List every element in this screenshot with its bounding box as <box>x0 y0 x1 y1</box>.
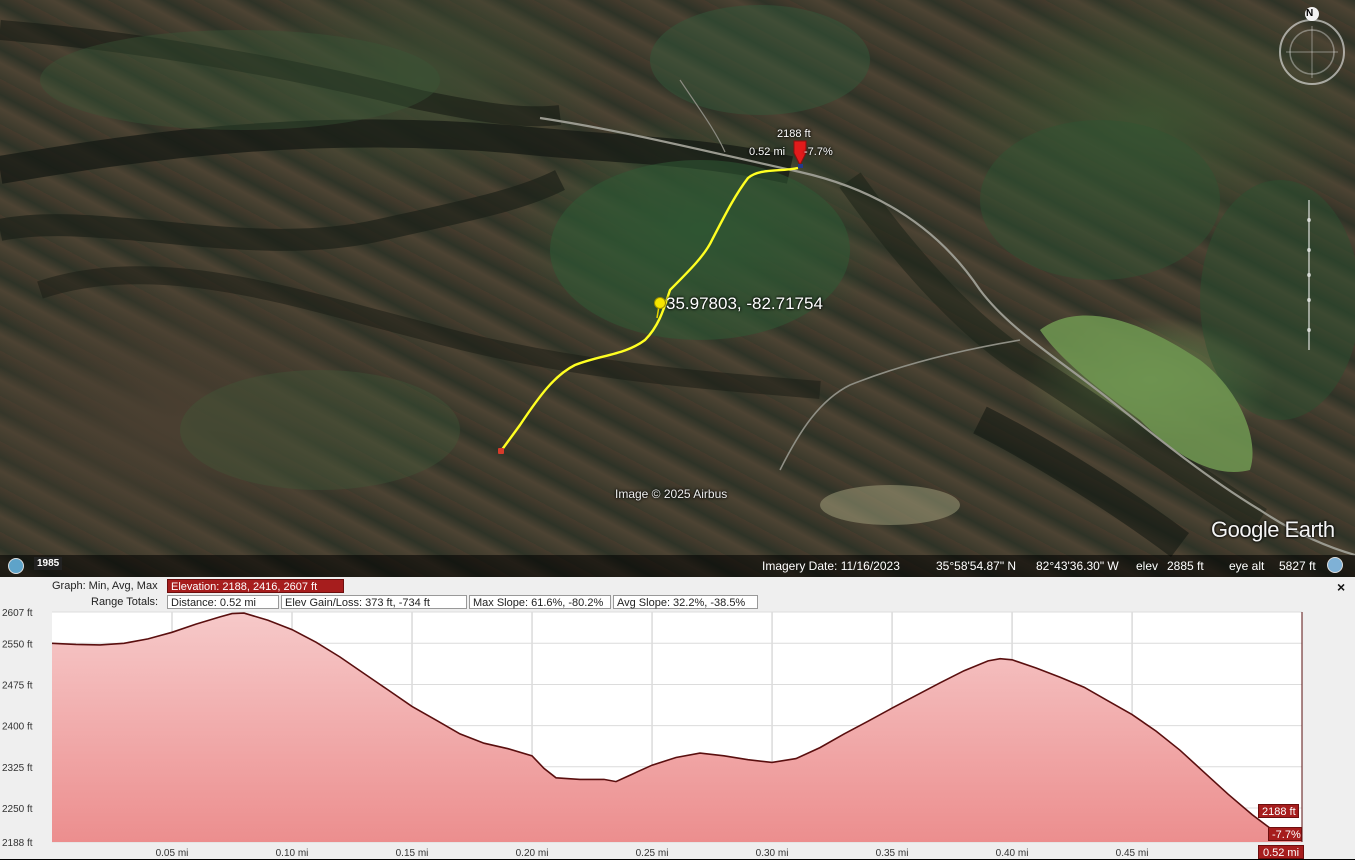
y-tick-label: 2250 ft <box>2 804 33 815</box>
x-tick-label: 0.30 mi <box>756 848 789 859</box>
elevation-chart[interactable]: 0.05 mi 0.10 mi 0.15 mi 0.20 mi 0.25 mi 0.30 … <box>0 577 1355 859</box>
y-tick-label: 2550 ft <box>2 639 33 650</box>
map-view[interactable]: 35.97803, -82.71754 2188 ft 0.52 mi -7.7… <box>0 0 1355 577</box>
pin-elevation-label: 2188 ft <box>777 128 811 140</box>
start-marker[interactable] <box>498 448 504 454</box>
x-tick-label: 0.35 mi <box>876 848 909 859</box>
y-tick-label: 2188 ft <box>2 838 33 849</box>
cursor-elevation-box: 2188 ft <box>1258 804 1299 818</box>
historical-year-badge[interactable]: 1985 <box>34 557 63 570</box>
path-distance-label: 0.52 mi <box>749 146 786 158</box>
x-tick-label: 0.45 mi <box>1116 848 1149 859</box>
x-tick-label: 0.20 mi <box>516 848 549 859</box>
x-tick-label: 0.10 mi <box>276 848 309 859</box>
elev-value: 2885 ft <box>1167 559 1204 573</box>
zoom-slider-icon[interactable] <box>1304 200 1314 350</box>
imagery-credit: Image © 2025 Airbus <box>615 487 728 501</box>
cursor-slope-box: -7.7% <box>1268 827 1302 841</box>
cursor-distance-box: 0.52 mi <box>1258 845 1304 859</box>
y-tick-label: 2325 ft <box>2 763 33 774</box>
x-tick-label: 0.15 mi <box>396 848 429 859</box>
x-tick-label: 0.25 mi <box>636 848 669 859</box>
y-tick-label: 2475 ft <box>2 680 33 691</box>
compass-north-letter: N <box>1306 8 1314 19</box>
x-tick-label: 0.05 mi <box>156 848 189 859</box>
pin-slope-label: -7.7% <box>804 146 833 158</box>
x-axis-ticks: 0.05 mi 0.10 mi 0.15 mi 0.20 mi 0.25 mi 0.30 … <box>156 848 1149 859</box>
y-axis-ticks: 2607 ft 2550 ft 2475 ft 2400 ft 2325 ft 2250 … <box>2 608 33 849</box>
google-earth-logo: Google Earth <box>1211 517 1335 542</box>
status-bar: Imagery Date: 11/16/2023 35°58'54.87" N … <box>0 555 1355 577</box>
y-tick-label: 2607 ft <box>2 608 33 619</box>
latitude-readout: 35°58'54.87" N <box>936 559 1017 573</box>
elevation-profile-panel: Graph: Min, Avg, Max Elevation: 2188, 24… <box>0 577 1355 859</box>
elev-label: elev <box>1136 559 1159 573</box>
coordinate-label: 35.97803, -82.71754 <box>666 294 823 313</box>
globe-status-icon[interactable] <box>1327 557 1343 573</box>
imagery-date: Imagery Date: 11/16/2023 <box>762 559 900 573</box>
eye-alt-label: eye alt <box>1229 559 1265 573</box>
eye-alt-value: 5827 ft <box>1279 559 1316 573</box>
y-tick-label: 2400 ft <box>2 722 33 733</box>
clock-icon[interactable] <box>8 558 24 574</box>
longitude-readout: 82°43'36.30" W <box>1036 559 1119 573</box>
x-tick-label: 0.40 mi <box>996 848 1029 859</box>
